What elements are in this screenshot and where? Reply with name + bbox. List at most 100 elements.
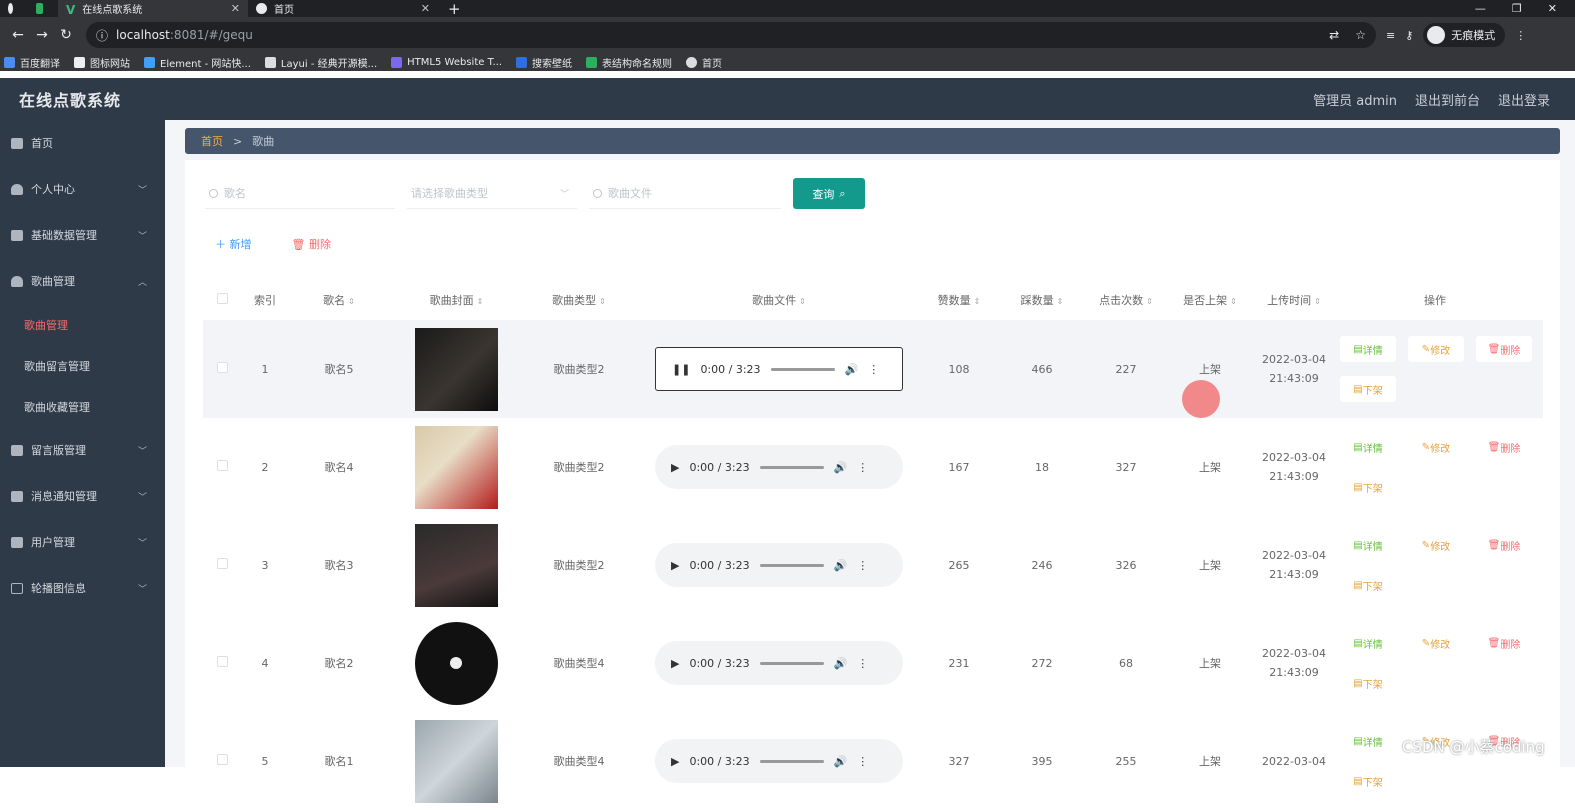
detail-button[interactable]: ▤ 详情: [1340, 532, 1396, 558]
tab-pinned[interactable]: [0, 0, 28, 17]
sidebar-item-carousel[interactable]: 轮播图信息 ﹀: [0, 565, 165, 611]
sidebar-item-users[interactable]: 用户管理 ﹀: [0, 519, 165, 565]
detail-button[interactable]: ▤ 详情: [1340, 434, 1396, 460]
row-checkbox[interactable]: [203, 460, 241, 474]
edit-button[interactable]: ✎ 修改: [1408, 532, 1464, 558]
audio-player[interactable]: ❚❚ 0:00 / 3:23 🔊 ⋮: [655, 347, 903, 391]
unshelve-button[interactable]: ▤ 下架: [1340, 572, 1396, 598]
star-icon[interactable]: ☆: [1355, 28, 1366, 42]
audio-player[interactable]: ▶ 0:00 / 3:23 🔊 ⋮: [655, 739, 903, 783]
delete-button[interactable]: 🗑 删除: [1476, 532, 1532, 558]
audio-player[interactable]: ▶ 0:00 / 3:23 🔊 ⋮: [655, 445, 903, 489]
play-icon[interactable]: ▶: [671, 559, 679, 572]
tab-pinned-2[interactable]: [28, 0, 58, 17]
unshelve-button[interactable]: ▤ 下架: [1340, 376, 1396, 402]
delete-button[interactable]: 🗑 删除: [1476, 336, 1532, 362]
url-input[interactable]: ⓘ localhost:8081/#/gequ ⇄ ☆: [86, 22, 1376, 48]
logout-link[interactable]: 退出登录: [1498, 90, 1550, 109]
audio-progress-bar[interactable]: [759, 759, 824, 763]
more-icon[interactable]: ⋮: [857, 461, 868, 474]
table-row[interactable]: 2 歌名4 歌曲类型2 ▶ 0:00 / 3:23 🔊 ⋮ 167 18 327 上架 2022-03…: [203, 418, 1543, 516]
minimize-icon[interactable]: —: [1475, 2, 1486, 15]
row-checkbox[interactable]: [203, 362, 241, 376]
add-button[interactable]: ＋ 新增: [215, 236, 252, 252]
audio-player[interactable]: ▶ 0:00 / 3:23 🔊 ⋮: [655, 543, 903, 587]
audio-progress-bar[interactable]: [759, 465, 824, 469]
sidebar-subitem-comments[interactable]: 歌曲留言管理: [0, 345, 165, 386]
more-icon[interactable]: ⋮: [857, 559, 868, 572]
menu-icon[interactable]: ⋮: [1515, 29, 1526, 42]
play-icon[interactable]: ▶: [671, 755, 679, 768]
incognito-badge[interactable]: 无痕模式: [1423, 23, 1506, 47]
table-row[interactable]: 4 歌名2 歌曲类型4 ▶ 0:00 / 3:23 🔊 ⋮ 231 272 68 上架 2022-03…: [203, 614, 1543, 712]
key-icon[interactable]: ⚷: [1405, 29, 1413, 42]
edit-button[interactable]: ✎ 修改: [1408, 434, 1464, 460]
row-checkbox[interactable]: [203, 656, 241, 670]
song-name-input[interactable]: 歌名: [205, 179, 395, 209]
detail-button[interactable]: ▤ 详情: [1340, 728, 1396, 754]
tab-close-icon[interactable]: ✕: [421, 2, 430, 15]
volume-icon[interactable]: 🔊: [845, 363, 859, 376]
sort-icon[interactable]: ⇕: [1057, 297, 1064, 306]
th-clicks[interactable]: 点击次数 ⇕: [1090, 292, 1162, 308]
sort-icon[interactable]: ⇕: [599, 297, 606, 306]
sidebar-subitem-songs[interactable]: 歌曲管理: [0, 304, 165, 345]
play-icon[interactable]: ▶: [671, 657, 679, 670]
tab-close-icon[interactable]: ✕: [231, 2, 240, 15]
sidebar-item-notices[interactable]: 消息通知管理 ﹀: [0, 473, 165, 519]
new-tab-button[interactable]: +: [448, 0, 461, 18]
delete-button[interactable]: 🗑 删除: [1476, 434, 1532, 460]
more-icon[interactable]: ⋮: [857, 755, 868, 768]
volume-icon[interactable]: 🔊: [834, 559, 848, 572]
tab-gequ[interactable]: V 在线点歌系统 ✕: [58, 0, 248, 17]
detail-button[interactable]: ▤ 详情: [1340, 630, 1396, 656]
volume-icon[interactable]: 🔊: [834, 755, 848, 768]
sidebar-item-basedata[interactable]: 基础数据管理 ﹀: [0, 212, 165, 258]
song-file-input[interactable]: 歌曲文件: [589, 179, 781, 209]
edit-button[interactable]: ✎ 修改: [1408, 630, 1464, 656]
select-all-checkbox[interactable]: [203, 293, 241, 307]
bookmark-item[interactable]: Element - 网站快...: [144, 55, 251, 70]
detail-button[interactable]: ▤ 详情: [1340, 336, 1396, 362]
sort-icon[interactable]: ⇕: [974, 297, 981, 306]
sort-icon[interactable]: ⇕: [348, 297, 355, 306]
sidebar-subitem-favorites[interactable]: 歌曲收藏管理: [0, 386, 165, 427]
checkbox[interactable]: [216, 460, 228, 471]
table-row[interactable]: 5 歌名1 歌曲类型4 ▶ 0:00 / 3:23 🔊 ⋮ 327 395 255 上架 2022-0…: [203, 712, 1543, 810]
th-file[interactable]: 歌曲文件 ⇕: [634, 292, 924, 308]
th-likes[interactable]: 赞数量 ⇕: [924, 292, 994, 308]
th-shelf[interactable]: 是否上架 ⇕: [1162, 292, 1258, 308]
batch-delete-button[interactable]: 🗑 删除: [292, 236, 331, 252]
audio-progress-bar[interactable]: [759, 563, 824, 567]
bookmark-item[interactable]: 百度翻译: [4, 55, 60, 70]
row-checkbox[interactable]: [203, 754, 241, 768]
breadcrumb-home[interactable]: 首页: [201, 133, 223, 149]
checkbox[interactable]: [216, 293, 228, 304]
table-row[interactable]: 1 歌名5 歌曲类型2 ❚❚ 0:00 / 3:23 🔊 ⋮ 108 466 227 上架 2022-…: [203, 320, 1543, 418]
th-time[interactable]: 上传时间 ⇕: [1258, 292, 1330, 308]
th-dislikes[interactable]: 踩数量 ⇕: [994, 292, 1090, 308]
bookmark-item[interactable]: 表结构命名规则: [586, 55, 672, 70]
volume-icon[interactable]: 🔊: [834, 657, 848, 670]
translate-icon[interactable]: ⇄: [1329, 28, 1339, 42]
checkbox[interactable]: [216, 656, 228, 667]
checkbox[interactable]: [216, 362, 228, 373]
sidebar-item-profile[interactable]: 个人中心 ﹀: [0, 166, 165, 212]
media-icon[interactable]: ≡: [1386, 29, 1395, 42]
unshelve-button[interactable]: ▤ 下架: [1340, 768, 1396, 794]
close-window-icon[interactable]: ✕: [1548, 2, 1557, 15]
pause-icon[interactable]: ❚❚: [672, 363, 690, 376]
checkbox[interactable]: [216, 754, 228, 765]
sort-icon[interactable]: ⇕: [799, 297, 806, 306]
edit-button[interactable]: ✎ 修改: [1408, 336, 1464, 362]
unshelve-button[interactable]: ▤ 下架: [1340, 474, 1396, 500]
more-icon[interactable]: ⋮: [857, 657, 868, 670]
back-icon[interactable]: ←: [6, 27, 30, 43]
info-icon[interactable]: ⓘ: [96, 27, 108, 44]
bookmark-item[interactable]: 首页: [686, 55, 722, 70]
play-icon[interactable]: ▶: [671, 461, 679, 474]
reload-icon[interactable]: ↻: [54, 27, 78, 43]
sort-icon[interactable]: ⇕: [477, 297, 484, 306]
sort-icon[interactable]: ⇕: [1146, 297, 1153, 306]
audio-player[interactable]: ▶ 0:00 / 3:23 🔊 ⋮: [655, 641, 903, 685]
